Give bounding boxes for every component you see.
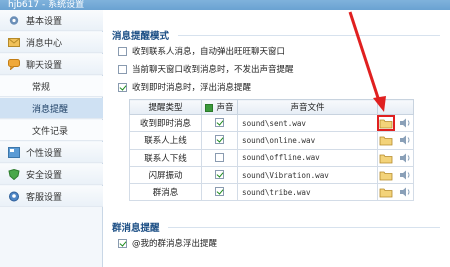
- envelope-icon: [8, 37, 20, 48]
- play-sound-icon[interactable]: [398, 134, 412, 146]
- sound-file-path[interactable]: sound\sent.wav: [237, 113, 378, 133]
- palette-icon: [8, 146, 20, 158]
- row-type: 闪屏振动: [129, 165, 202, 185]
- sound-checkbox[interactable]: [215, 152, 224, 162]
- open-folder-icon[interactable]: [377, 115, 396, 132]
- column-header-type: 提醒类型: [129, 99, 202, 115]
- table-row: 联系人上线 sound\online.wav: [129, 131, 414, 150]
- row-actions: [377, 183, 414, 202]
- sidebar-item-label: 消息中心: [26, 38, 63, 49]
- sidebar-item-message-alerts[interactable]: 消息提醒: [0, 98, 103, 119]
- auto-popup-checkbox[interactable]: [118, 46, 127, 56]
- select-all-sound-checkbox[interactable]: [205, 103, 214, 112]
- sidebar-item-chat-settings[interactable]: 聊天设置: [0, 54, 103, 75]
- sidebar-item-personalization[interactable]: 个性设置: [0, 142, 103, 163]
- window-title: hjb617 - 系统设置: [8, 0, 85, 10]
- sound-checkbox[interactable]: [215, 118, 224, 128]
- row-sound-cell: [201, 113, 238, 133]
- option-label: 收到联系人消息，自动弹出旺旺聊天窗口: [132, 47, 286, 57]
- sidebar-item-label: 文件记录: [32, 126, 69, 137]
- sidebar-item-general[interactable]: 常规: [0, 76, 103, 97]
- sound-checkbox[interactable]: [215, 135, 224, 145]
- section-title-group-alert: 群消息提醒: [112, 223, 160, 234]
- sidebar-item-basic-settings[interactable]: 基本设置: [0, 10, 103, 31]
- table-row: 群消息 sound\tribe.wav: [129, 183, 414, 202]
- gear-icon: [8, 15, 20, 26]
- section-divider: [168, 227, 440, 228]
- sound-checkbox[interactable]: [215, 170, 224, 180]
- sidebar-item-label: 聊天设置: [26, 60, 63, 71]
- table-row: 闪屏振动 sound\Vibration.wav: [129, 165, 414, 185]
- chat-icon: [8, 58, 20, 70]
- sidebar-item-message-center[interactable]: 消息中心: [0, 32, 103, 53]
- row-actions: [377, 165, 414, 185]
- play-sound-icon[interactable]: [398, 186, 412, 198]
- sidebar-item-label: 基本设置: [26, 16, 63, 27]
- open-folder-icon[interactable]: [379, 134, 393, 146]
- sound-file-path[interactable]: sound\Vibration.wav: [237, 165, 378, 185]
- shield-icon: [8, 168, 20, 180]
- row-actions: [377, 131, 414, 150]
- sound-file-path[interactable]: sound\tribe.wav: [237, 183, 378, 202]
- sidebar-item-label: 客服设置: [26, 192, 63, 203]
- row-actions: [377, 113, 414, 133]
- option-float-alert[interactable]: 收到即时消息时，浮出消息提醒: [118, 80, 251, 94]
- sidebar-item-label: 消息提醒: [32, 104, 69, 115]
- table-row: 联系人下线 sound\offline.wav: [129, 148, 414, 167]
- section-divider: [178, 35, 440, 36]
- window-titlebar: hjb617 - 系统设置: [0, 0, 450, 10]
- row-sound-cell: [201, 131, 238, 150]
- option-mute-current-window[interactable]: 当前聊天窗口收到消息时，不发出声音提醒: [118, 62, 294, 76]
- open-folder-icon[interactable]: [379, 186, 393, 198]
- open-folder-icon[interactable]: [379, 169, 393, 181]
- option-label: 收到即时消息时，浮出消息提醒: [132, 83, 252, 93]
- alert-sound-table: 提醒类型 声音 声音文件 收到即时消息 sound\sent.wav 联系人上线…: [129, 99, 414, 202]
- sound-file-path[interactable]: sound\online.wav: [237, 131, 378, 150]
- sound-file-path[interactable]: sound\offline.wav: [237, 148, 378, 167]
- option-group-mention-alert[interactable]: @我的群消息浮出提醒: [118, 236, 217, 250]
- row-actions: [377, 148, 414, 167]
- row-type: 收到即时消息: [129, 113, 202, 133]
- mute-current-window-checkbox[interactable]: [118, 64, 127, 74]
- sidebar-item-label: 安全设置: [26, 170, 63, 181]
- float-alert-checkbox[interactable]: [118, 82, 127, 92]
- row-sound-cell: [201, 165, 238, 185]
- play-sound-icon[interactable]: [398, 152, 412, 164]
- open-folder-icon[interactable]: [379, 152, 393, 164]
- column-header-file: 声音文件: [237, 99, 378, 115]
- option-auto-popup[interactable]: 收到联系人消息，自动弹出旺旺聊天窗口: [118, 44, 285, 58]
- option-label: @我的群消息浮出提醒: [132, 239, 218, 249]
- option-label: 当前聊天窗口收到消息时，不发出声音提醒: [132, 65, 294, 75]
- row-sound-cell: [201, 148, 238, 167]
- row-type: 群消息: [129, 183, 202, 202]
- play-sound-icon[interactable]: [398, 117, 412, 129]
- sound-checkbox[interactable]: [215, 187, 224, 197]
- sidebar-item-security-settings[interactable]: 安全设置: [0, 164, 103, 185]
- row-type: 联系人上线: [129, 131, 202, 150]
- section-title-alert-mode: 消息提醒模式: [112, 31, 170, 42]
- column-header-actions: [377, 99, 414, 115]
- sidebar-item-customer-service[interactable]: 客服设置: [0, 186, 103, 207]
- sidebar-item-label: 常规: [32, 82, 51, 93]
- group-mention-checkbox[interactable]: [118, 238, 127, 248]
- row-sound-cell: [201, 183, 238, 202]
- main-panel: 消息提醒模式 收到联系人消息，自动弹出旺旺聊天窗口 当前聊天窗口收到消息时，不发…: [104, 10, 450, 267]
- column-header-sound[interactable]: 声音: [201, 99, 238, 115]
- row-type: 联系人下线: [129, 148, 202, 167]
- headset-icon: [8, 191, 20, 202]
- sidebar: 基本设置 消息中心 聊天设置 常规 消息提醒 文件记录 个性设置 安全设置 客服…: [0, 10, 103, 267]
- table-row: 收到即时消息 sound\sent.wav: [129, 113, 414, 133]
- play-sound-icon[interactable]: [398, 169, 412, 181]
- sidebar-item-file-records[interactable]: 文件记录: [0, 120, 103, 141]
- sidebar-item-label: 个性设置: [26, 148, 63, 159]
